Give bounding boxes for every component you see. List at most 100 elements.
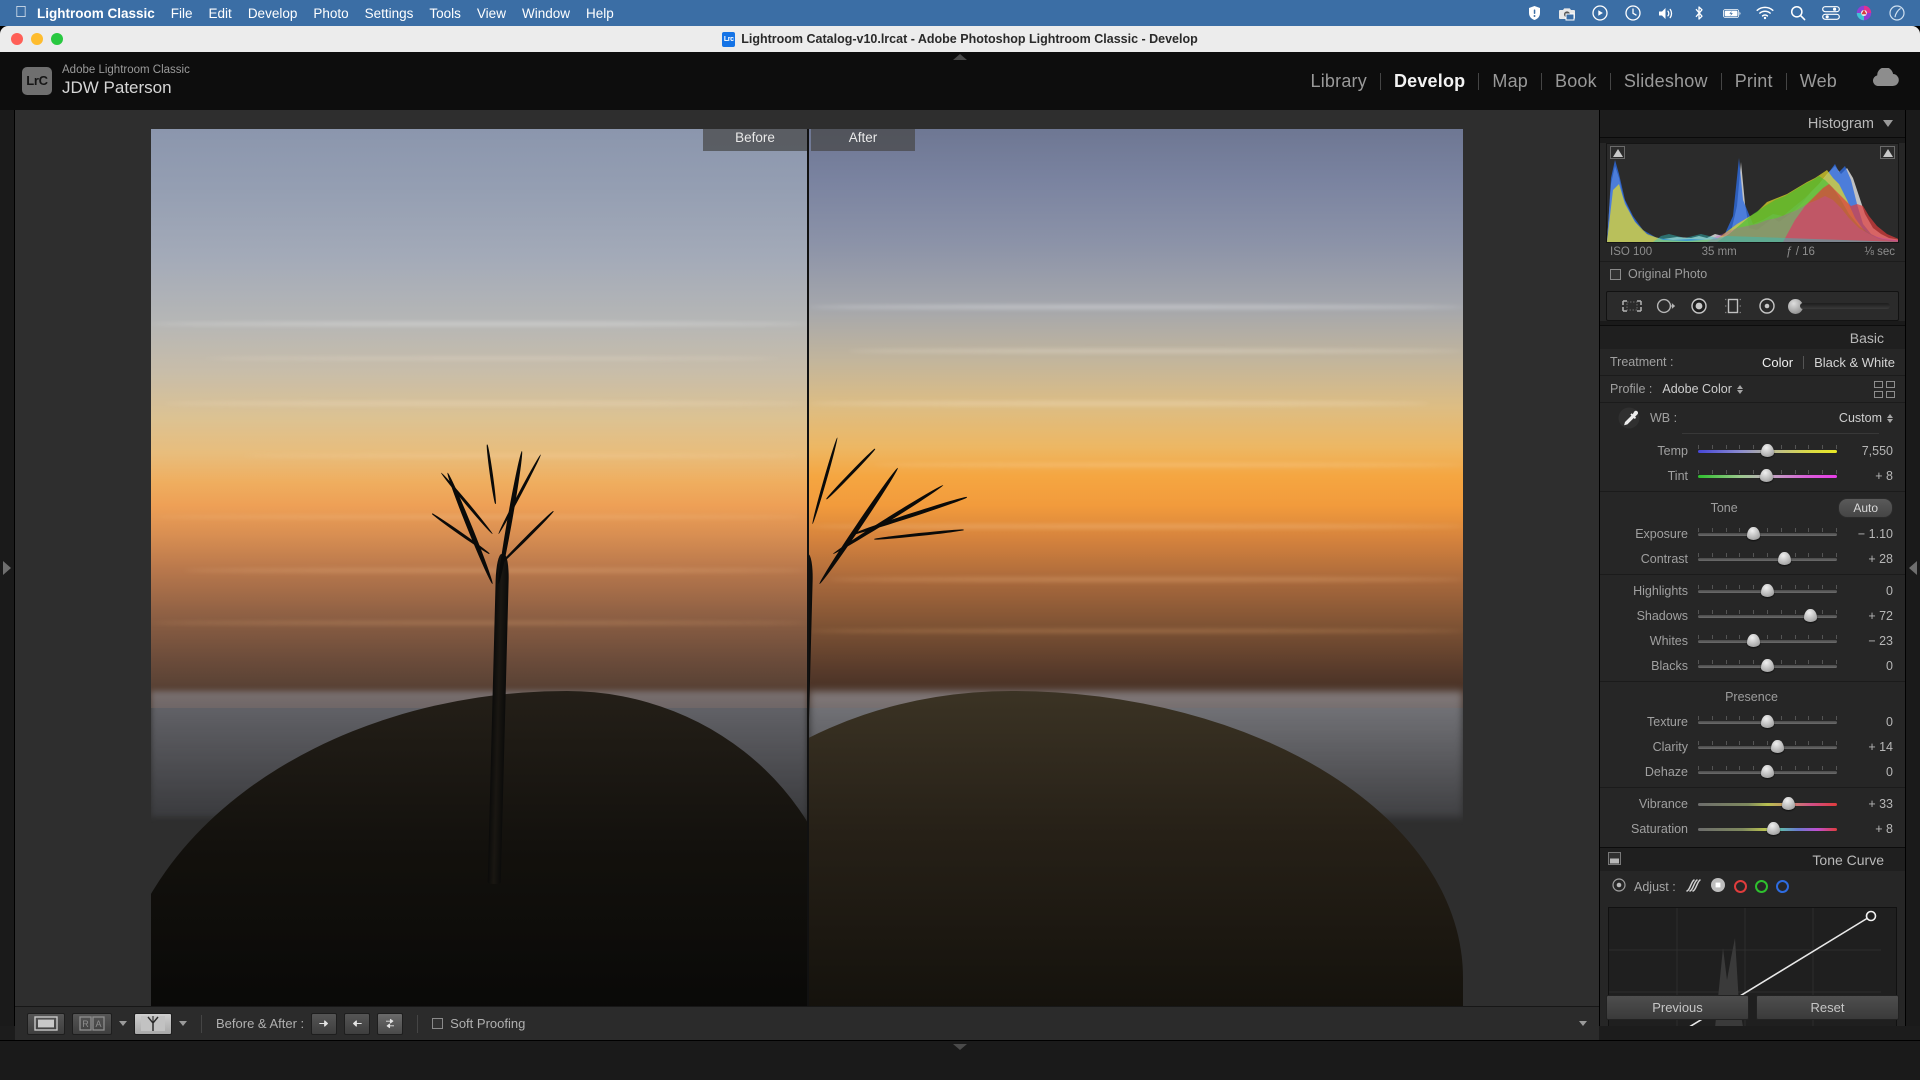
volume-icon[interactable]: [1657, 4, 1675, 22]
slider-row-clarity[interactable]: Clarity + 14: [1600, 734, 1905, 759]
menu-develop[interactable]: Develop: [248, 6, 298, 21]
slider-row-highlights[interactable]: Highlights 0: [1600, 578, 1905, 603]
crop-overlay-icon[interactable]: [1615, 293, 1649, 319]
red-eye-icon[interactable]: [1683, 293, 1717, 319]
temp-value[interactable]: 7,550: [1847, 444, 1893, 458]
exposure-slider[interactable]: [1698, 526, 1837, 541]
module-map[interactable]: Map: [1479, 71, 1541, 92]
module-print[interactable]: Print: [1722, 71, 1786, 92]
whites-value[interactable]: − 23: [1847, 634, 1893, 648]
image-stage[interactable]: Before After: [15, 110, 1599, 1026]
contrast-slider-knob[interactable]: [1777, 551, 1791, 565]
module-web[interactable]: Web: [1787, 71, 1850, 92]
tint-slider-knob[interactable]: [1759, 468, 1773, 482]
highlight-clipping-icon[interactable]: [1880, 146, 1895, 159]
after-image[interactable]: After: [807, 129, 1463, 1007]
copy-before-settings-icon[interactable]: [311, 1012, 338, 1035]
blue-channel-icon[interactable]: [1775, 880, 1789, 893]
tint-slider[interactable]: [1698, 468, 1837, 483]
cloud-sync-icon[interactable]: [1868, 66, 1902, 95]
menu-window[interactable]: Window: [522, 6, 570, 21]
before-after-photo[interactable]: Before After: [151, 129, 1463, 1007]
size-slider[interactable]: [1787, 298, 1890, 314]
screenshot-icon[interactable]: [1558, 4, 1576, 22]
parametric-curve-icon[interactable]: [1684, 878, 1702, 896]
slider-row-exposure[interactable]: Exposure − 1.10: [1600, 521, 1905, 546]
shadows-slider[interactable]: [1698, 608, 1837, 623]
shadows-value[interactable]: + 72: [1847, 609, 1893, 623]
vibrance-slider[interactable]: [1698, 796, 1837, 811]
profile-select[interactable]: Adobe Color: [1662, 382, 1743, 396]
blacks-slider-knob[interactable]: [1761, 658, 1774, 672]
profile-browser-icon[interactable]: [1874, 380, 1895, 398]
clarity-value[interactable]: + 14: [1847, 740, 1893, 754]
play-circle-icon[interactable]: [1591, 4, 1609, 22]
auto-tone-button[interactable]: Auto: [1838, 498, 1893, 518]
slider-row-whites[interactable]: Whites − 23: [1600, 628, 1905, 653]
slider-row-texture[interactable]: Texture 0: [1600, 709, 1905, 734]
exposure-value[interactable]: − 1.10: [1847, 527, 1893, 541]
highlights-value[interactable]: 0: [1847, 584, 1893, 598]
rgb-channel-icon[interactable]: [1710, 877, 1726, 896]
slider-row-tint[interactable]: Tint + 8: [1600, 463, 1905, 488]
contrast-slider[interactable]: [1698, 551, 1837, 566]
reset-button[interactable]: Reset: [1756, 995, 1899, 1020]
contrast-value[interactable]: + 28: [1847, 552, 1893, 566]
target-adjust-icon[interactable]: [1612, 878, 1626, 895]
user-avatar-icon[interactable]: [1855, 4, 1873, 22]
before-after-options-icon[interactable]: [179, 1021, 187, 1026]
original-photo-row[interactable]: Original Photo: [1600, 261, 1905, 287]
dehaze-slider[interactable]: [1698, 764, 1837, 779]
histogram-graph[interactable]: [1606, 143, 1899, 243]
compare-view-icon[interactable]: RA: [72, 1012, 112, 1035]
menu-tools[interactable]: Tools: [429, 6, 461, 21]
blacks-slider[interactable]: [1698, 658, 1837, 673]
histogram-panel-header[interactable]: Histogram: [1600, 110, 1905, 138]
compare-view-options-icon[interactable]: [119, 1021, 127, 1026]
radial-filter-icon[interactable]: [1750, 293, 1784, 319]
menu-view[interactable]: View: [477, 6, 506, 21]
vibrance-value[interactable]: + 33: [1847, 797, 1893, 811]
toolbar-collapse-icon[interactable]: [1579, 1021, 1587, 1026]
clarity-slider-knob[interactable]: [1770, 739, 1784, 753]
module-slideshow[interactable]: Slideshow: [1611, 71, 1721, 92]
menu-file[interactable]: File: [171, 6, 193, 21]
control-center-icon[interactable]: [1822, 4, 1840, 22]
wb-preset-select[interactable]: Custom: [1839, 411, 1893, 425]
top-panel-collapse-arrow[interactable]: [953, 54, 967, 60]
shield-alert-icon[interactable]: [1525, 4, 1543, 22]
dehaze-value[interactable]: 0: [1847, 765, 1893, 779]
search-icon[interactable]: [1789, 4, 1807, 22]
texture-value[interactable]: 0: [1847, 715, 1893, 729]
module-library[interactable]: Library: [1298, 71, 1380, 92]
saturation-slider[interactable]: [1698, 821, 1837, 836]
whites-slider[interactable]: [1698, 633, 1837, 648]
shadow-clipping-icon[interactable]: [1610, 146, 1625, 159]
time-machine-icon[interactable]: [1624, 4, 1642, 22]
slider-row-blacks[interactable]: Blacks 0: [1600, 653, 1905, 678]
dehaze-slider-knob[interactable]: [1761, 764, 1774, 778]
masking-icon[interactable]: [1716, 293, 1750, 319]
highlights-slider-knob[interactable]: [1761, 583, 1774, 597]
spot-removal-icon[interactable]: [1649, 293, 1683, 319]
slider-row-saturation[interactable]: Saturation + 8: [1600, 816, 1905, 841]
before-image[interactable]: Before: [151, 129, 807, 1007]
apple-icon[interactable]: : [15, 5, 27, 21]
chevron-down-icon[interactable]: [1883, 120, 1893, 127]
menu-settings[interactable]: Settings: [365, 6, 414, 21]
slider-row-temp[interactable]: Temp 7,550: [1600, 438, 1905, 463]
bluetooth-icon[interactable]: [1690, 4, 1708, 22]
menu-edit[interactable]: Edit: [209, 6, 232, 21]
saturation-value[interactable]: + 8: [1847, 822, 1893, 836]
basic-panel-header[interactable]: Basic: [1600, 325, 1905, 349]
saturation-slider-knob[interactable]: [1766, 821, 1780, 835]
clarity-slider[interactable]: [1698, 739, 1837, 754]
battery-charging-icon[interactable]: [1723, 4, 1741, 22]
swap-before-after-icon[interactable]: [377, 1012, 404, 1035]
highlights-slider[interactable]: [1698, 583, 1837, 598]
texture-slider-knob[interactable]: [1761, 714, 1774, 728]
left-panel-collapse[interactable]: [0, 110, 15, 1026]
right-panel-collapse[interactable]: [1905, 110, 1920, 1026]
white-balance-eyedropper-icon[interactable]: [1610, 406, 1650, 430]
menu-app-name[interactable]: Lightroom Classic: [37, 6, 155, 21]
